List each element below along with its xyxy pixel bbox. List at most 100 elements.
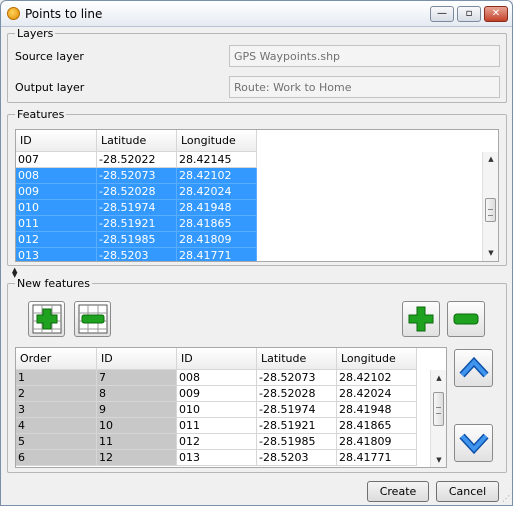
maximize-button[interactable]: ▫ bbox=[457, 6, 481, 22]
cell-order: 6 bbox=[16, 450, 97, 466]
cell-longitude: 28.41948 bbox=[177, 200, 257, 216]
cell-latitude: -28.51974 bbox=[257, 402, 337, 418]
table-row[interactable]: 009 -28.52028 28.42024 bbox=[16, 184, 257, 200]
cell-latitude: -28.51985 bbox=[97, 232, 177, 248]
cell-id: 008 bbox=[177, 370, 257, 386]
cell-feature-id: 8 bbox=[97, 386, 177, 402]
column-header-longitude[interactable]: Longitude bbox=[337, 348, 417, 370]
scroll-down-arrow[interactable]: ▼ bbox=[486, 249, 496, 259]
table-row[interactable]: 010 -28.51974 28.41948 bbox=[16, 200, 257, 216]
scroll-thumb[interactable] bbox=[433, 392, 444, 426]
cell-id: 009 bbox=[177, 386, 257, 402]
table-row[interactable]: 4 10 011 -28.51921 28.41865 bbox=[16, 418, 417, 434]
title-bar[interactable]: Points to line — ▫ ✕ bbox=[1, 1, 512, 27]
cell-latitude: -28.5203 bbox=[97, 248, 177, 261]
cell-longitude: 28.42145 bbox=[177, 152, 257, 168]
cell-latitude: -28.51921 bbox=[97, 216, 177, 232]
resize-grip[interactable]: ⋰ bbox=[502, 494, 510, 503]
source-layer-label: Source layer bbox=[15, 50, 84, 63]
create-button[interactable]: Create bbox=[367, 481, 429, 502]
table-row[interactable]: 011 -28.51921 28.41865 bbox=[16, 216, 257, 232]
features-scrollbar[interactable]: ▲ ▼ bbox=[482, 152, 498, 261]
cell-id: 008 bbox=[16, 168, 97, 184]
new-features-table[interactable]: Order ID ID Latitude Longitude 1 7 008 -28.… bbox=[15, 347, 447, 468]
cell-order: 4 bbox=[16, 418, 97, 434]
cell-latitude: -28.5203 bbox=[257, 450, 337, 466]
cell-longitude: 28.41865 bbox=[337, 418, 417, 434]
table-row[interactable]: 6 12 013 -28.5203 28.41771 bbox=[16, 450, 417, 466]
new-features-scrollbar[interactable]: ▲ ▼ bbox=[430, 370, 446, 467]
cell-id: 011 bbox=[16, 216, 97, 232]
cancel-button[interactable]: Cancel bbox=[436, 481, 499, 502]
cell-longitude: 28.41948 bbox=[337, 402, 417, 418]
cell-id: 010 bbox=[16, 200, 97, 216]
cell-id: 011 bbox=[177, 418, 257, 434]
cell-longitude: 28.42024 bbox=[177, 184, 257, 200]
cell-latitude: -28.52073 bbox=[97, 168, 177, 184]
cell-latitude: -28.52073 bbox=[257, 370, 337, 386]
chevron-up-icon bbox=[458, 356, 489, 378]
table-row[interactable]: 008 -28.52073 28.42102 bbox=[16, 168, 257, 184]
features-group-title: Features bbox=[15, 108, 67, 121]
cell-id: 009 bbox=[16, 184, 97, 200]
column-header-order[interactable]: Order bbox=[16, 348, 97, 370]
column-header-latitude[interactable]: Latitude bbox=[257, 348, 337, 370]
column-header-longitude[interactable]: Longitude bbox=[177, 130, 257, 152]
cell-latitude: -28.52028 bbox=[257, 386, 337, 402]
cell-longitude: 28.41809 bbox=[337, 434, 417, 450]
cell-order: 2 bbox=[16, 386, 97, 402]
add-all-button[interactable] bbox=[28, 301, 65, 337]
cell-longitude: 28.41809 bbox=[177, 232, 257, 248]
cell-id: 012 bbox=[16, 232, 97, 248]
cell-latitude: -28.51985 bbox=[257, 434, 337, 450]
output-layer-field[interactable]: Route: Work to Home bbox=[229, 76, 500, 98]
add-feature-button[interactable] bbox=[402, 301, 440, 337]
features-table[interactable]: ID Latitude Longitude 007 -28.52022 28.421… bbox=[15, 129, 499, 262]
plus-icon bbox=[408, 306, 434, 332]
cell-id: 013 bbox=[177, 450, 257, 466]
cell-latitude: -28.51974 bbox=[97, 200, 177, 216]
table-row[interactable]: 012 -28.51985 28.41809 bbox=[16, 232, 257, 248]
move-down-button[interactable] bbox=[454, 424, 493, 462]
cell-longitude: 28.42102 bbox=[177, 168, 257, 184]
table-row[interactable]: 5 11 012 -28.51985 28.41809 bbox=[16, 434, 417, 450]
move-up-button[interactable] bbox=[454, 349, 493, 387]
new-features-group-title: New features bbox=[15, 277, 92, 290]
cell-latitude: -28.51921 bbox=[257, 418, 337, 434]
column-header-id[interactable]: ID bbox=[177, 348, 257, 370]
scroll-thumb[interactable] bbox=[485, 198, 496, 222]
scroll-up-arrow[interactable]: ▲ bbox=[486, 155, 496, 165]
minimize-button[interactable]: — bbox=[430, 6, 454, 22]
table-row[interactable]: 007 -28.52022 28.42145 bbox=[16, 152, 257, 168]
points-to-line-dialog: Points to line — ▫ ✕ Layers Source layer… bbox=[0, 0, 513, 506]
source-layer-field[interactable]: GPS Waypoints.shp bbox=[229, 45, 500, 67]
cell-feature-id: 12 bbox=[97, 450, 177, 466]
remove-all-button[interactable] bbox=[74, 301, 111, 337]
remove-feature-button[interactable] bbox=[447, 301, 485, 337]
column-header-latitude[interactable]: Latitude bbox=[97, 130, 177, 152]
cell-feature-id: 10 bbox=[97, 418, 177, 434]
scroll-down-arrow[interactable]: ▼ bbox=[434, 456, 444, 466]
remove-all-icon bbox=[78, 304, 107, 334]
table-row[interactable]: 2 8 009 -28.52028 28.42024 bbox=[16, 386, 417, 402]
column-header-feature-id[interactable]: ID bbox=[97, 348, 177, 370]
minus-icon bbox=[453, 313, 479, 325]
layers-group-title: Layers bbox=[15, 27, 56, 40]
cell-feature-id: 9 bbox=[97, 402, 177, 418]
cell-order: 1 bbox=[16, 370, 97, 386]
table-row[interactable]: 3 9 010 -28.51974 28.41948 bbox=[16, 402, 417, 418]
table-row[interactable]: 1 7 008 -28.52073 28.42102 bbox=[16, 370, 417, 386]
table-row[interactable]: 013 -28.5203 28.41771 bbox=[16, 248, 257, 261]
app-icon bbox=[7, 7, 20, 20]
cell-longitude: 28.42024 bbox=[337, 386, 417, 402]
column-header-id[interactable]: ID bbox=[16, 130, 97, 152]
cell-longitude: 28.42102 bbox=[337, 370, 417, 386]
cell-id: 013 bbox=[16, 248, 97, 261]
scroll-up-arrow[interactable]: ▲ bbox=[434, 374, 444, 384]
cell-feature-id: 11 bbox=[97, 434, 177, 450]
cell-longitude: 28.41865 bbox=[177, 216, 257, 232]
close-button[interactable]: ✕ bbox=[484, 6, 508, 22]
cell-id: 010 bbox=[177, 402, 257, 418]
cell-id: 007 bbox=[16, 152, 97, 168]
cell-longitude: 28.41771 bbox=[177, 248, 257, 261]
